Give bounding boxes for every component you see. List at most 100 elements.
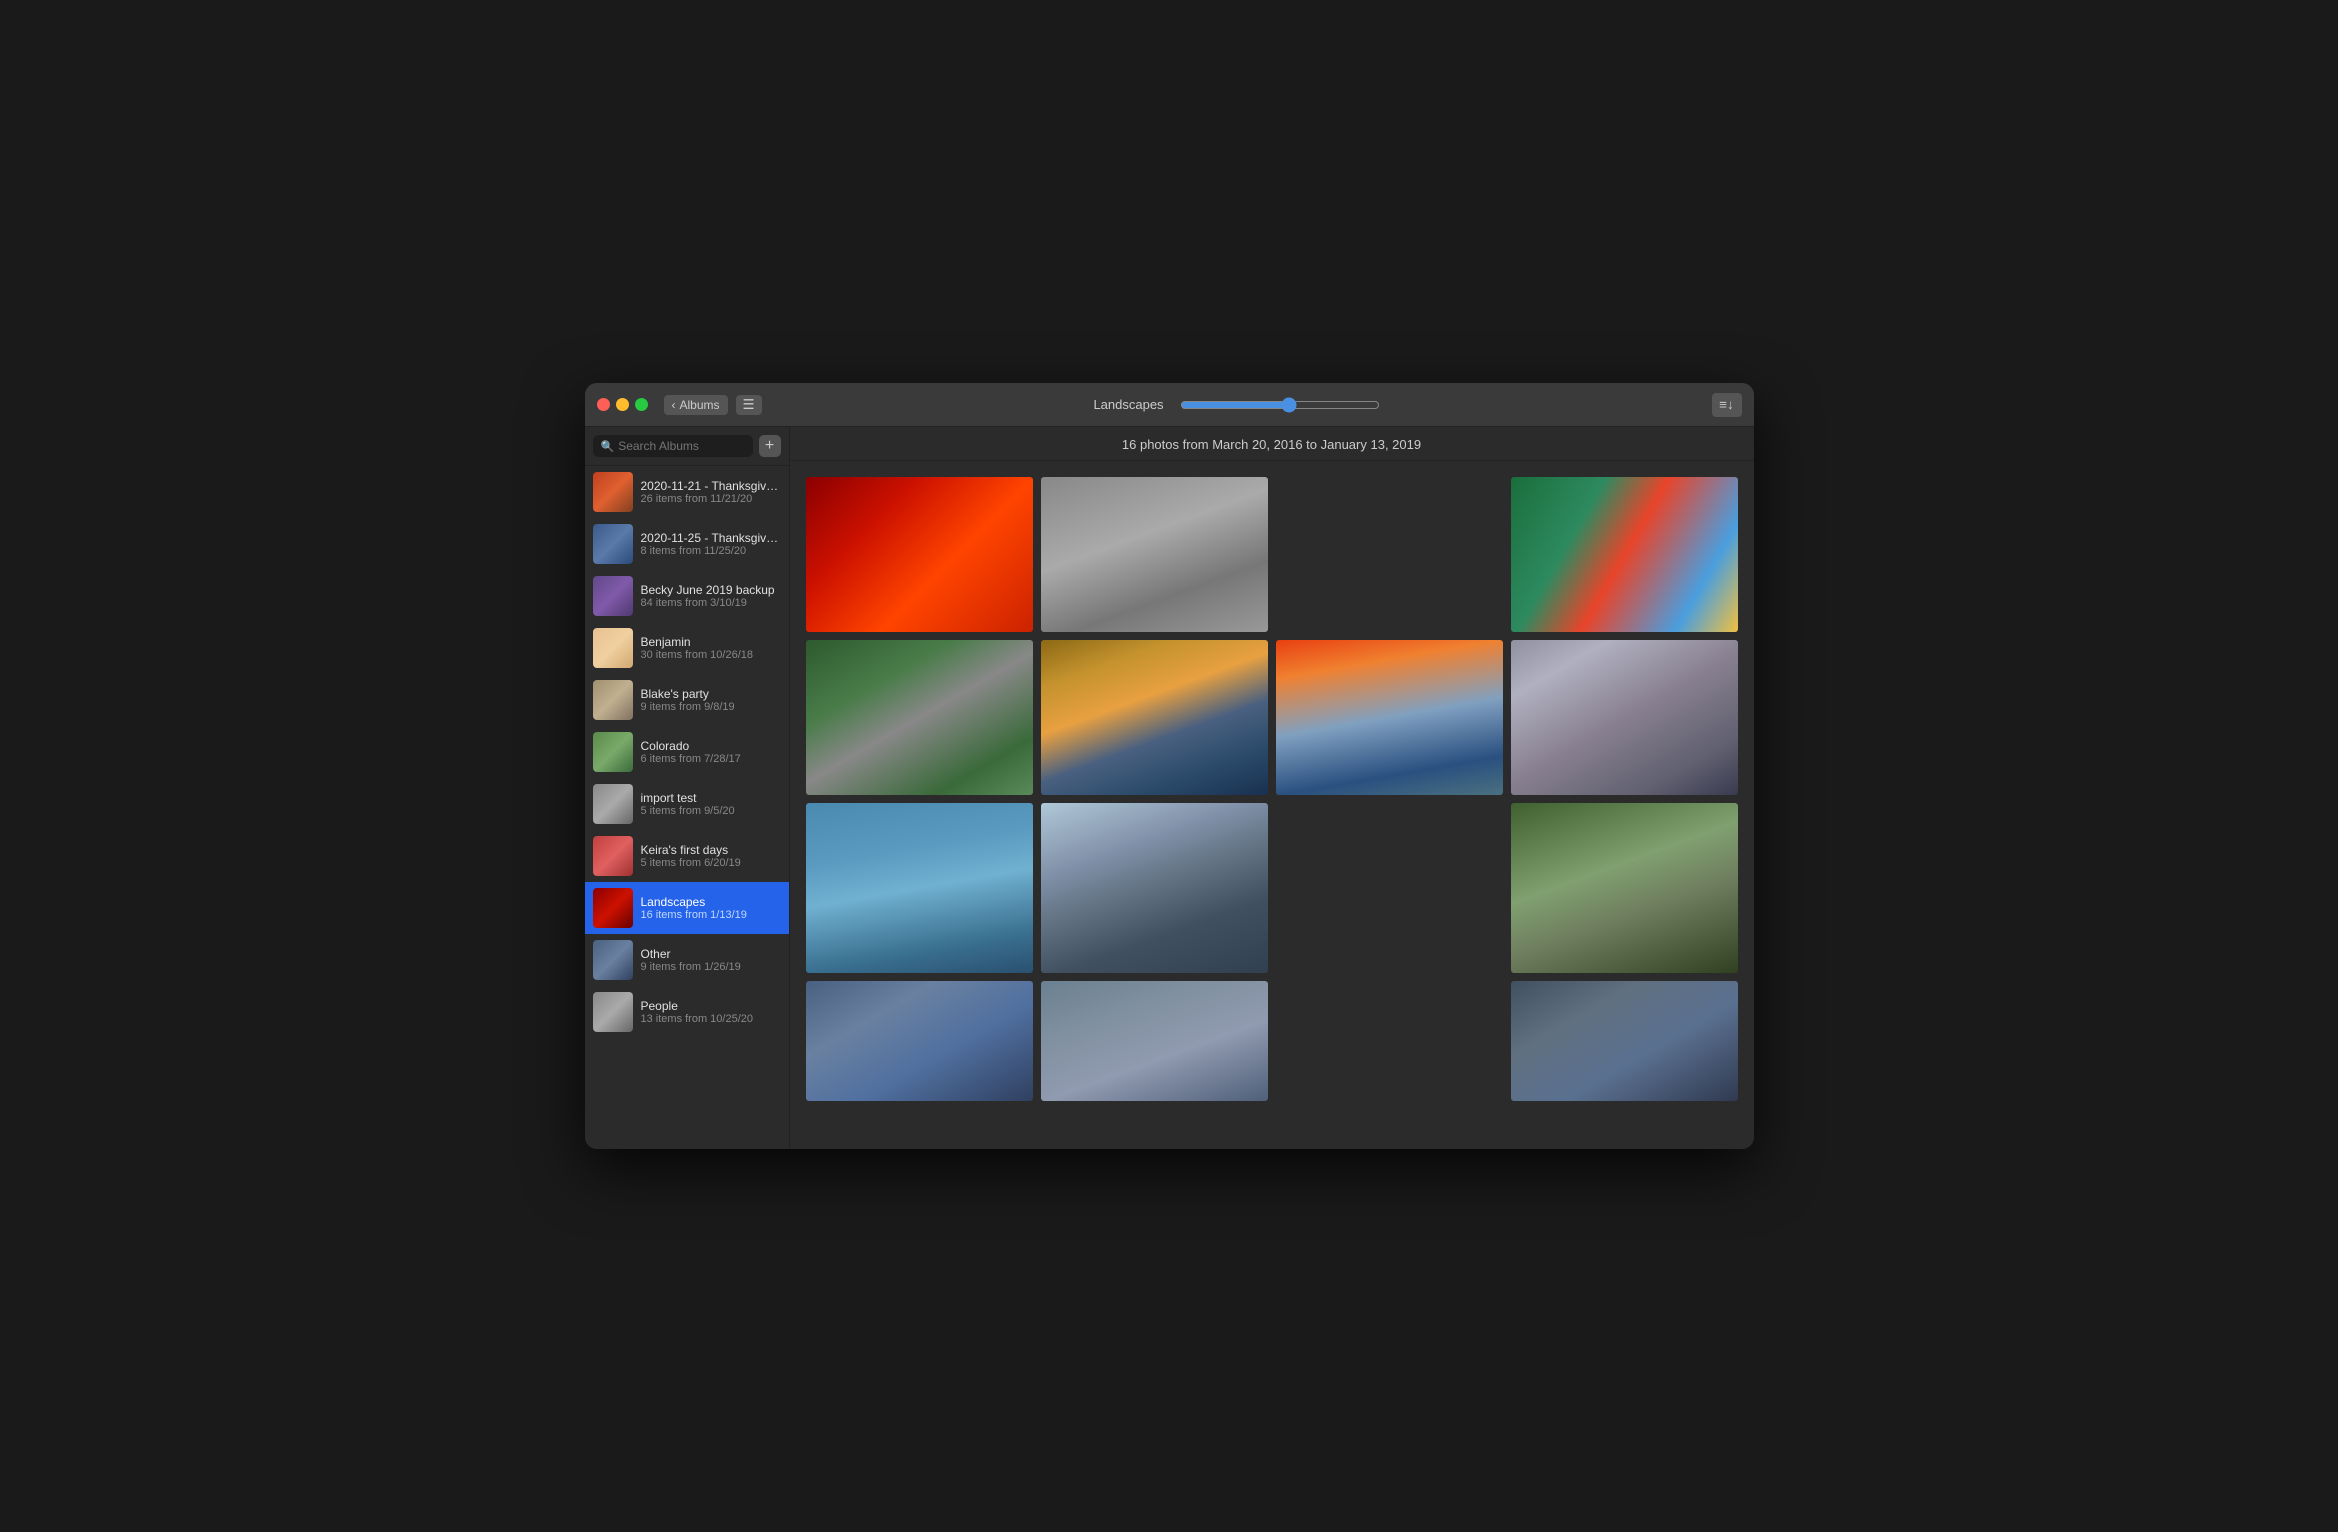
album-meta: 84 items from 3/10/19	[641, 597, 775, 609]
photo-thumbnail	[1511, 981, 1738, 1101]
menu-icon: ☰	[743, 397, 755, 413]
album-name: Keira's first days	[641, 843, 741, 857]
album-meta: 26 items from 11/21/20	[641, 493, 781, 505]
sort-button[interactable]: ≡↓	[1712, 393, 1742, 417]
content-area: 🔍 + 2020-11-21 - Thanksgiving with... 26…	[585, 427, 1754, 1149]
album-info: Landscapes 16 items from 1/13/19	[641, 895, 747, 921]
menu-button[interactable]: ☰	[736, 395, 762, 415]
sidebar-item-thanksgiving1[interactable]: 2020-11-21 - Thanksgiving with... 26 ite…	[585, 466, 789, 518]
photo-item[interactable]	[1511, 803, 1738, 973]
traffic-lights	[597, 398, 648, 411]
album-info: Benjamin 30 items from 10/26/18	[641, 635, 754, 661]
album-name: Becky June 2019 backup	[641, 583, 775, 597]
photo-thumbnail	[1511, 640, 1738, 795]
photo-thumbnail	[806, 803, 1033, 973]
sidebar-item-becky[interactable]: Becky June 2019 backup 84 items from 3/1…	[585, 570, 789, 622]
album-thumbnail	[593, 576, 633, 616]
album-list: 2020-11-21 - Thanksgiving with... 26 ite…	[585, 466, 789, 1149]
sidebar-item-benjamin[interactable]: Benjamin 30 items from 10/26/18	[585, 622, 789, 674]
album-meta: 30 items from 10/26/18	[641, 649, 754, 661]
photo-spacer	[1276, 803, 1503, 973]
album-meta: 5 items from 9/5/20	[641, 805, 735, 817]
maximize-button[interactable]	[635, 398, 648, 411]
photo-item[interactable]	[806, 640, 1033, 795]
sidebar-item-landscapes[interactable]: Landscapes 16 items from 1/13/19	[585, 882, 789, 934]
sort-icon: ≡↓	[1719, 397, 1733, 412]
album-thumbnail	[593, 628, 633, 668]
album-info: Becky June 2019 backup 84 items from 3/1…	[641, 583, 775, 609]
photo-item[interactable]	[1041, 981, 1268, 1101]
size-slider[interactable]	[1180, 397, 1380, 413]
photo-spacer	[1276, 477, 1503, 632]
album-meta: 9 items from 1/26/19	[641, 961, 741, 973]
album-info: 2020-11-21 - Thanksgiving with... 26 ite…	[641, 479, 781, 505]
photo-thumbnail	[806, 640, 1033, 795]
album-info: 2020-11-25 - Thanksgiving with... 8 item…	[641, 531, 781, 557]
sidebar-item-import[interactable]: import test 5 items from 9/5/20	[585, 778, 789, 830]
album-name: Benjamin	[641, 635, 754, 649]
photo-item[interactable]	[1511, 477, 1738, 632]
photo-item[interactable]	[1041, 803, 1268, 973]
minimize-button[interactable]	[616, 398, 629, 411]
album-name: People	[641, 999, 754, 1013]
add-album-button[interactable]: +	[759, 435, 781, 457]
album-info: import test 5 items from 9/5/20	[641, 791, 735, 817]
album-thumbnail	[593, 472, 633, 512]
photo-item[interactable]	[1041, 640, 1268, 795]
photo-item[interactable]	[1511, 981, 1738, 1101]
photo-thumbnail	[1041, 477, 1268, 632]
sidebar-item-blake[interactable]: Blake's party 9 items from 9/8/19	[585, 674, 789, 726]
album-thumbnail	[593, 836, 633, 876]
photo-thumbnail	[1511, 477, 1738, 632]
sidebar-item-thanksgiving2[interactable]: 2020-11-25 - Thanksgiving with... 8 item…	[585, 518, 789, 570]
album-name: Blake's party	[641, 687, 735, 701]
chevron-left-icon: ‹	[672, 398, 676, 412]
album-thumbnail	[593, 940, 633, 980]
main-area: 16 photos from March 20, 2016 to January…	[790, 427, 1754, 1149]
album-thumbnail	[593, 784, 633, 824]
album-name: import test	[641, 791, 735, 805]
search-bar: 🔍 +	[585, 427, 789, 466]
album-info: Colorado 6 items from 7/28/17	[641, 739, 741, 765]
album-title: Landscapes	[1093, 397, 1163, 412]
album-name: Other	[641, 947, 741, 961]
photo-thumbnail	[1511, 803, 1738, 973]
photo-item[interactable]	[1041, 477, 1268, 632]
photo-thumbnail	[1041, 981, 1268, 1101]
search-input-wrap[interactable]: 🔍	[593, 435, 753, 457]
photo-item[interactable]	[1511, 640, 1738, 795]
photo-item[interactable]	[806, 981, 1033, 1101]
photo-grid	[790, 461, 1754, 1149]
search-input[interactable]	[618, 439, 744, 453]
album-meta: 13 items from 10/25/20	[641, 1013, 754, 1025]
photo-spacer	[1276, 981, 1503, 1101]
album-name: Landscapes	[641, 895, 747, 909]
search-icon: 🔍	[601, 440, 615, 453]
photo-thumbnail	[1041, 640, 1268, 795]
album-info: Blake's party 9 items from 9/8/19	[641, 687, 735, 713]
sidebar-item-people[interactable]: People 13 items from 10/25/20	[585, 986, 789, 1038]
photo-item[interactable]	[1276, 640, 1503, 795]
photo-thumbnail	[1041, 803, 1268, 973]
album-meta: 16 items from 1/13/19	[641, 909, 747, 921]
album-name: Colorado	[641, 739, 741, 753]
sidebar-item-keira[interactable]: Keira's first days 5 items from 6/20/19	[585, 830, 789, 882]
album-info: People 13 items from 10/25/20	[641, 999, 754, 1025]
back-button[interactable]: ‹ Albums	[664, 395, 728, 415]
album-meta: 8 items from 11/25/20	[641, 545, 781, 557]
album-thumbnail	[593, 888, 633, 928]
sidebar-item-colorado[interactable]: Colorado 6 items from 7/28/17	[585, 726, 789, 778]
album-meta: 5 items from 6/20/19	[641, 857, 741, 869]
album-info: Keira's first days 5 items from 6/20/19	[641, 843, 741, 869]
main-window: ‹ Albums ☰ Landscapes ≡↓ 🔍 +	[585, 383, 1754, 1149]
sidebar-item-other[interactable]: Other 9 items from 1/26/19	[585, 934, 789, 986]
album-meta: 6 items from 7/28/17	[641, 753, 741, 765]
photo-count-header: 16 photos from March 20, 2016 to January…	[790, 427, 1754, 461]
photo-item[interactable]	[806, 803, 1033, 973]
photo-thumbnail	[1276, 640, 1503, 795]
album-thumbnail	[593, 680, 633, 720]
photo-thumbnail	[806, 981, 1033, 1101]
album-thumbnail	[593, 732, 633, 772]
close-button[interactable]	[597, 398, 610, 411]
photo-item[interactable]	[806, 477, 1033, 632]
